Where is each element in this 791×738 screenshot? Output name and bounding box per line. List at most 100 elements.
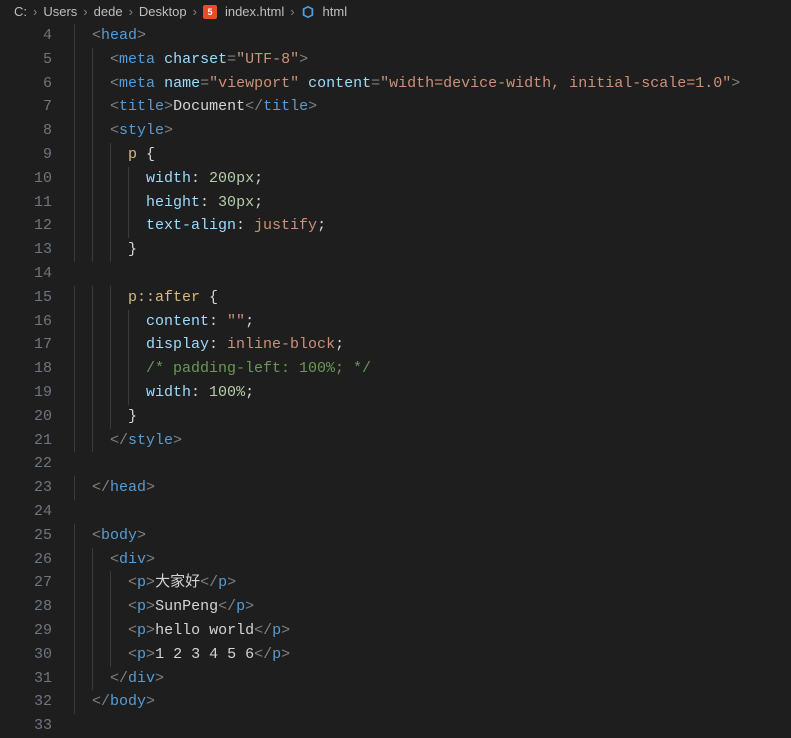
code-line[interactable]: p::after { bbox=[74, 286, 791, 310]
breadcrumb-seg[interactable]: C: bbox=[14, 4, 27, 19]
indent-guide bbox=[110, 381, 111, 405]
indent-guide bbox=[110, 619, 111, 643]
indent-guide bbox=[92, 310, 93, 334]
code-line[interactable] bbox=[74, 500, 791, 524]
breadcrumb-seg[interactable]: dede bbox=[94, 4, 123, 19]
token-tag: body bbox=[101, 527, 137, 544]
token-tag: div bbox=[119, 551, 146, 568]
indent-guide bbox=[110, 643, 111, 667]
indent-guide bbox=[110, 286, 111, 310]
token-punc: ; bbox=[335, 336, 344, 353]
code-line[interactable]: height: 30px; bbox=[74, 191, 791, 215]
indent-guide bbox=[74, 24, 75, 48]
token-brk: < bbox=[128, 622, 137, 639]
indent-guide bbox=[128, 381, 129, 405]
indent-guide bbox=[110, 357, 111, 381]
code-line[interactable]: p { bbox=[74, 143, 791, 167]
token-sel: p bbox=[128, 146, 137, 163]
indent-guide bbox=[74, 191, 75, 215]
code-line[interactable] bbox=[74, 452, 791, 476]
breadcrumb-seg[interactable]: Users bbox=[43, 4, 77, 19]
code-line[interactable]: <p>hello world</p> bbox=[74, 619, 791, 643]
token-brk: < bbox=[110, 98, 119, 115]
code-line[interactable]: </div> bbox=[74, 667, 791, 691]
breadcrumb[interactable]: C: › Users › dede › Desktop › 5 index.ht… bbox=[0, 0, 791, 24]
code-area[interactable]: <head> <meta charset="UTF-8"> <meta name… bbox=[74, 24, 791, 738]
line-number: 7 bbox=[0, 95, 52, 119]
indent-guide bbox=[74, 143, 75, 167]
code-line[interactable]: </head> bbox=[74, 476, 791, 500]
token-text bbox=[137, 146, 146, 163]
token-unit: % bbox=[236, 384, 245, 401]
indent-guide bbox=[74, 381, 75, 405]
token-prop: content bbox=[146, 313, 209, 330]
code-line[interactable]: display: inline-block; bbox=[74, 333, 791, 357]
code-line[interactable]: <meta charset="UTF-8"> bbox=[74, 48, 791, 72]
breadcrumb-symbol[interactable]: html bbox=[323, 4, 348, 19]
line-number: 4 bbox=[0, 24, 52, 48]
token-punc: { bbox=[209, 289, 218, 306]
chevron-right-icon: › bbox=[129, 4, 133, 19]
token-prop: display bbox=[146, 336, 209, 353]
code-line[interactable]: <div> bbox=[74, 548, 791, 572]
token-tag: p bbox=[272, 622, 281, 639]
code-line[interactable]: <p>1 2 3 4 5 6</p> bbox=[74, 643, 791, 667]
token-sel: p::after bbox=[128, 289, 200, 306]
token-brk: = bbox=[200, 75, 209, 92]
token-text bbox=[299, 75, 308, 92]
token-brk: </ bbox=[218, 598, 236, 615]
line-number: 32 bbox=[0, 690, 52, 714]
code-line[interactable]: <p>大家好</p> bbox=[74, 571, 791, 595]
code-line[interactable]: text-align: justify; bbox=[74, 214, 791, 238]
token-tag: p bbox=[137, 598, 146, 615]
indent-guide bbox=[92, 286, 93, 310]
chevron-right-icon: › bbox=[33, 4, 37, 19]
code-editor[interactable]: 4567891011121314151617181920212223242526… bbox=[0, 24, 791, 738]
token-brk: > bbox=[146, 479, 155, 496]
indent-guide bbox=[110, 310, 111, 334]
token-attr: charset bbox=[164, 51, 227, 68]
indent-guide bbox=[110, 405, 111, 429]
code-line[interactable]: content: ""; bbox=[74, 310, 791, 334]
code-line[interactable]: <p>SunPeng</p> bbox=[74, 595, 791, 619]
token-brk: > bbox=[731, 75, 740, 92]
indent-guide bbox=[74, 524, 75, 548]
indent-guide bbox=[92, 167, 93, 191]
token-brk: > bbox=[137, 527, 146, 544]
token-brk: > bbox=[299, 51, 308, 68]
code-line[interactable] bbox=[74, 714, 791, 738]
code-line[interactable]: } bbox=[74, 238, 791, 262]
code-line[interactable]: <style> bbox=[74, 119, 791, 143]
code-line[interactable]: <title>Document</title> bbox=[74, 95, 791, 119]
breadcrumb-seg[interactable]: Desktop bbox=[139, 4, 187, 19]
code-line[interactable]: </style> bbox=[74, 429, 791, 453]
token-text bbox=[155, 51, 164, 68]
code-line[interactable]: } bbox=[74, 405, 791, 429]
token-punc: ; bbox=[254, 194, 263, 211]
token-brk: </ bbox=[254, 646, 272, 663]
token-brk: < bbox=[110, 75, 119, 92]
code-line[interactable]: <body> bbox=[74, 524, 791, 548]
token-prop: width bbox=[146, 170, 191, 187]
indent-guide bbox=[92, 143, 93, 167]
token-unit: px bbox=[236, 194, 254, 211]
code-line[interactable]: width: 100%; bbox=[74, 381, 791, 405]
line-number: 12 bbox=[0, 214, 52, 238]
token-tag: style bbox=[128, 432, 173, 449]
chevron-right-icon: › bbox=[290, 4, 294, 19]
line-number: 26 bbox=[0, 548, 52, 572]
code-line[interactable]: <head> bbox=[74, 24, 791, 48]
token-punc: : bbox=[209, 313, 227, 330]
code-line[interactable]: /* padding-left: 100%; */ bbox=[74, 357, 791, 381]
code-line[interactable] bbox=[74, 262, 791, 286]
token-brk: > bbox=[155, 670, 164, 687]
token-tag: title bbox=[119, 98, 164, 115]
token-brk: < bbox=[92, 27, 101, 44]
code-line[interactable]: width: 200px; bbox=[74, 167, 791, 191]
breadcrumb-file[interactable]: index.html bbox=[225, 4, 284, 19]
code-line[interactable]: </body> bbox=[74, 690, 791, 714]
token-tag: head bbox=[110, 479, 146, 496]
line-number: 20 bbox=[0, 405, 52, 429]
code-line[interactable]: <meta name="viewport" content="width=dev… bbox=[74, 72, 791, 96]
line-number: 30 bbox=[0, 643, 52, 667]
